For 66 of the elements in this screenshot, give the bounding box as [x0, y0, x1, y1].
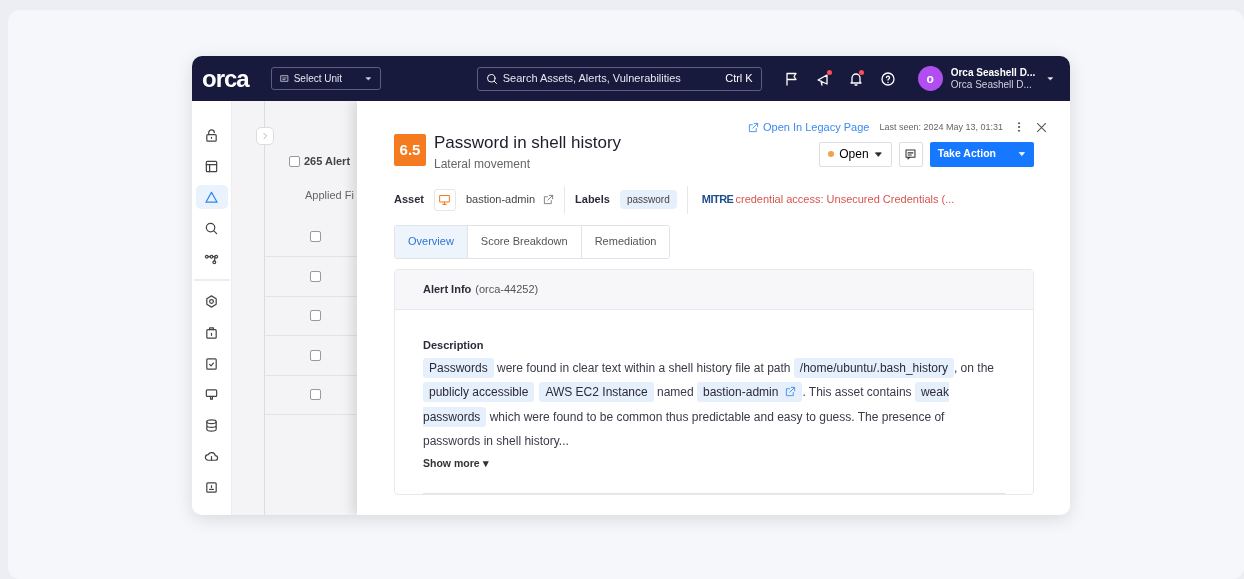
alert-title: Password in shell history — [434, 134, 622, 153]
document-icon — [204, 479, 219, 495]
search-input[interactable]: Search Assets, Alerts, Vulnerabilities — [502, 70, 721, 87]
external-link-icon[interactable] — [785, 386, 797, 398]
search-icon — [485, 72, 498, 85]
card-title: Alert Info — [423, 281, 472, 297]
description-text: Passwords were found in clear text within a shell history file at path /home/ubuntu/.bash_history , on the publicly accessible AWS EC2 Instance named bastion-admin . This asset contains weak passwords which were found to be common thus predictable and easy to guess. The presence of passwords in shell history... — [423, 356, 1005, 454]
caret-icon — [873, 149, 883, 159]
comment-icon — [904, 147, 918, 161]
lock-icon — [204, 127, 219, 143]
legacy-page-link[interactable]: Open In Legacy Page — [748, 119, 870, 136]
row-checkbox[interactable] — [310, 389, 321, 401]
tab[interactable]: Overview — [395, 225, 468, 258]
monitor-icon — [438, 193, 452, 207]
last-seen: Last seen: 2024 May 13, 01:31 — [879, 120, 1003, 134]
label-tag: password — [619, 190, 677, 210]
checkbox[interactable] — [289, 155, 300, 167]
unit-select[interactable]: Select Unit — [270, 67, 381, 90]
caret-icon — [364, 75, 372, 82]
bag-icon — [204, 324, 219, 340]
score-badge: 6.5 — [394, 134, 426, 166]
monitor-icon — [204, 386, 219, 402]
flag-button[interactable] — [783, 70, 800, 87]
unread-dot — [826, 69, 832, 75]
org-name: Orca Seashell D... — [950, 78, 1033, 91]
external-link-icon — [748, 121, 759, 133]
checklist-icon — [204, 355, 219, 371]
avatar[interactable]: o — [917, 66, 943, 91]
hexagon-icon — [204, 293, 219, 309]
alert-category: Lateral movement — [434, 155, 532, 173]
take-action-button[interactable]: Take Action — [929, 141, 1034, 167]
alert-id: (orca-44252) — [475, 281, 539, 297]
flag-icon — [783, 70, 800, 87]
show-more-button[interactable]: Show more ▾ — [423, 456, 489, 473]
asset-link[interactable]: bastion-admin — [465, 191, 555, 208]
row-checkbox[interactable] — [310, 310, 321, 322]
mitre-link[interactable]: credential access: Unsecured Credentials (... — [735, 191, 955, 208]
status-dropdown[interactable]: Open — [819, 141, 892, 167]
help-button[interactable] — [879, 70, 896, 87]
unread-dot — [858, 69, 864, 75]
row-checkbox[interactable] — [310, 270, 321, 282]
caret-icon[interactable] — [1047, 75, 1055, 82]
search-icon — [204, 220, 219, 236]
alert-count: 265 Alert — [304, 154, 351, 169]
row-checkbox[interactable] — [310, 349, 321, 361]
layout-icon — [204, 158, 219, 174]
row-checkbox[interactable] — [310, 231, 321, 243]
help-icon — [879, 70, 896, 87]
notes-button[interactable] — [898, 141, 923, 167]
description-label: Description — [423, 337, 484, 353]
external-link-icon — [543, 194, 555, 206]
close-icon[interactable] — [1035, 120, 1048, 134]
chevron-icon — [261, 132, 269, 140]
database-icon — [204, 417, 219, 433]
user-name: Orca Seashell D... — [950, 66, 1036, 79]
applied-filters: Applied Fi — [305, 187, 354, 203]
asset-label: Asset — [394, 192, 424, 208]
caret-icon — [1018, 150, 1026, 158]
shortcut-hint: Ctrl K — [725, 71, 753, 87]
logo[interactable]: orca — [202, 66, 249, 91]
unit-icon — [279, 74, 289, 83]
labels-label: Labels — [575, 192, 610, 208]
megaphone-button[interactable] — [815, 70, 832, 87]
alert-icon — [204, 189, 219, 205]
mitre-logo: MITRE — [701, 192, 734, 208]
search-bar[interactable]: Search Assets, Alerts, Vulnerabilities Ctrl K — [476, 66, 762, 91]
